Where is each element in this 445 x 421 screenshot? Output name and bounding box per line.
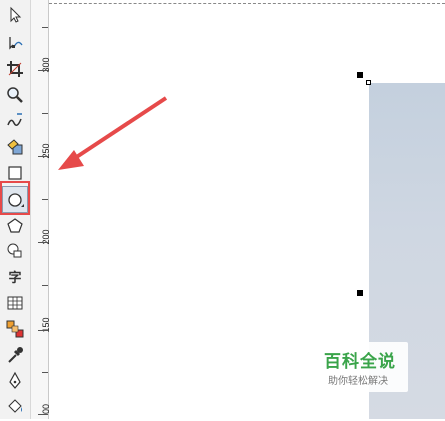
basic-shapes-tool-button[interactable] [3, 240, 27, 262]
ruler-tick [38, 156, 48, 157]
magnifier-icon [7, 87, 23, 103]
table-icon [7, 296, 23, 310]
freehand-curve-icon [7, 113, 22, 126]
crop-icon [7, 61, 23, 77]
pen-nib-icon [9, 371, 21, 389]
vertical-ruler: 300 250 200 150 00 [31, 0, 51, 419]
watermark-title: 百科全说 [324, 352, 396, 372]
zoom-tool-button[interactable] [3, 84, 27, 106]
selection-anchor[interactable] [366, 80, 371, 85]
selection-handle-top-left[interactable] [357, 72, 363, 78]
ruler-tick [42, 27, 48, 28]
selection-handle-middle-left[interactable] [357, 290, 363, 296]
pick-tool-button[interactable] [3, 4, 27, 26]
eyedropper-tool-button[interactable] [3, 344, 27, 366]
ruler-tick [38, 70, 48, 71]
paint-bucket-icon [8, 399, 22, 413]
ruler-tick [42, 372, 48, 373]
pointer-arrow-icon [10, 6, 22, 23]
rectangle-icon [8, 166, 22, 180]
ruler-tick [42, 285, 48, 286]
ruler-tick [38, 330, 48, 331]
eyedropper-icon [8, 347, 23, 363]
text-tool-button[interactable]: 字 [3, 265, 27, 287]
blend-tool-button[interactable] [3, 318, 27, 340]
shape-tool-button[interactable] [3, 32, 27, 54]
watermark-subtitle: 助你轻松解决 [328, 376, 388, 387]
shape-node-icon [9, 37, 23, 50]
ruler-tick [42, 113, 48, 114]
ruler-tick [42, 199, 48, 200]
outline-pen-tool-button[interactable] [3, 370, 27, 392]
ellipse-tool-highlight [0, 181, 30, 215]
polygon-tool-button[interactable] [3, 215, 27, 237]
ruler-tick [38, 242, 48, 243]
smart-fill-tool-button[interactable] [3, 136, 27, 158]
freehand-tool-button[interactable] [3, 110, 27, 132]
table-tool-button[interactable] [3, 292, 27, 314]
blend-icon [6, 320, 24, 338]
ruler-tick [38, 414, 48, 415]
text-icon: 字 [8, 270, 22, 286]
polygon-icon [7, 218, 23, 233]
fill-tool-button[interactable] [3, 395, 27, 417]
page-border [49, 3, 445, 4]
basic-shapes-icon [7, 243, 22, 258]
smart-fill-icon [7, 139, 23, 155]
watermark-logo: 百科全说 助你轻松解决 [318, 342, 408, 392]
crop-tool-button[interactable] [3, 58, 27, 80]
